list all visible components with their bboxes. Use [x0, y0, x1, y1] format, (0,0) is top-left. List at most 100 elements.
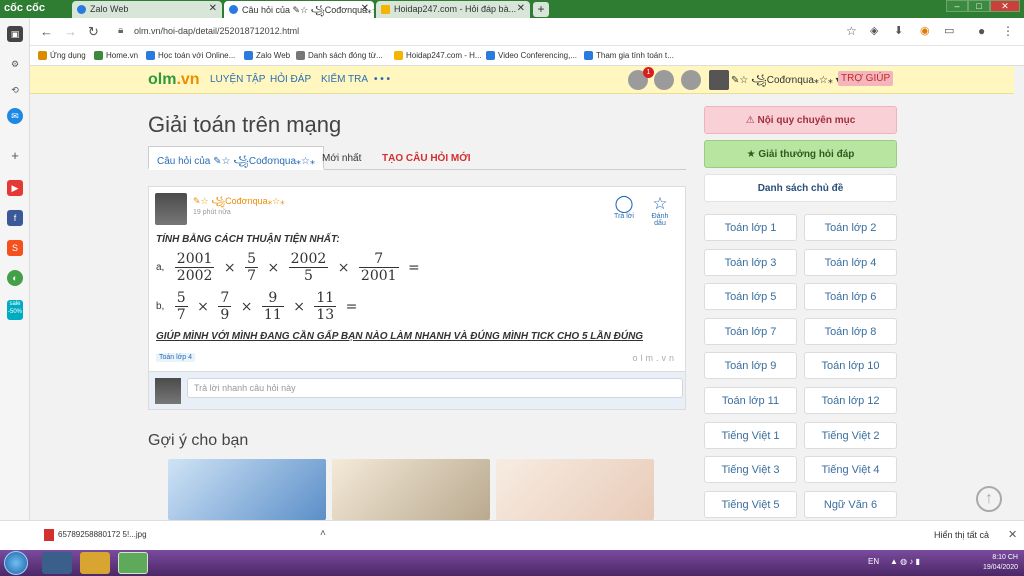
messenger-icon[interactable]: ✉	[7, 108, 23, 124]
address-bar[interactable]: 🔒︎ olm.vn/hoi-dap/detail/252018712012.ht…	[112, 22, 972, 42]
tray-language[interactable]: EN	[868, 557, 879, 566]
app-icon[interactable]	[42, 552, 72, 574]
bookmark-item[interactable]: Zalo Web	[244, 51, 290, 60]
scroll-top-icon[interactable]: ↑	[976, 486, 1002, 512]
download-item[interactable]: 65789258880172 5!...jpg	[44, 529, 147, 541]
show-all-button[interactable]: Hiển thị tất cả	[934, 530, 989, 540]
avatar[interactable]	[155, 193, 187, 225]
tab-my-questions[interactable]: Câu hỏi của ✎☆ ꧁Cođơnqua⁎☆⁎	[148, 146, 325, 170]
tab-hoidap247[interactable]: Hoidap247.com - Hỏi đáp bà... ✕	[376, 1, 530, 18]
menu-icon[interactable]: ⋮	[1002, 24, 1014, 38]
clock[interactable]: 8:10 CH 19/04/2020	[962, 553, 1018, 573]
tab-olm[interactable]: Câu hỏi của ✎☆ ꧁Cođơnqua⁎☆⁎ ✕	[224, 1, 374, 18]
close-icon[interactable]: ✕	[1008, 528, 1017, 541]
gear-icon[interactable]: ⚙	[7, 56, 23, 72]
grade-button[interactable]: Toán lớp 1	[704, 214, 797, 241]
question-tag[interactable]: Toán lớp 4	[156, 353, 196, 362]
tray-icons[interactable]: ▲ ◍ ♪ ▮	[890, 557, 920, 566]
grade-button[interactable]: Toán lớp 12	[804, 387, 897, 414]
back-icon[interactable]: ←	[40, 24, 53, 39]
chat-icon[interactable]	[654, 70, 674, 90]
user-menu[interactable]: ✎☆ ꧁Cođơnqua⁎☆⁎ ▾	[731, 73, 841, 93]
clock-date: 19/04/2020	[982, 564, 1018, 571]
menu-luyen-tap[interactable]: LUYỆN TẬP	[210, 74, 265, 85]
grade-button[interactable]: Toán lớp 3	[704, 248, 797, 276]
bookmark-apps[interactable]: Ứng dụng	[38, 51, 86, 60]
grade-button[interactable]: Tiếng Việt 2	[804, 421, 897, 449]
history-icon[interactable]: ⟲	[7, 82, 23, 98]
bookmark-item[interactable]: Học toán với Online...	[146, 51, 235, 60]
grade-button[interactable]: Tiếng Việt 3	[704, 456, 797, 484]
menu-more[interactable]: • • •	[374, 74, 390, 85]
topics-button[interactable]: Danh sách chủ đề	[704, 174, 897, 202]
tab-zalo[interactable]: Zalo Web ✕	[72, 1, 222, 18]
rules-button[interactable]: ⚠ Nội quy chuyên mục	[704, 106, 897, 134]
shield-icon[interactable]: ◈	[870, 24, 878, 37]
forward-icon[interactable]: →	[64, 24, 77, 39]
extension-icon[interactable]: ◉	[920, 24, 930, 37]
close-window-button[interactable]: ✕	[990, 0, 1020, 12]
folder-icon[interactable]	[80, 552, 110, 574]
download-icon[interactable]: ⬇	[894, 24, 903, 37]
grade-button[interactable]: Toán lớp 6	[804, 283, 897, 311]
grade-button[interactable]: Toán lớp 11	[704, 387, 797, 414]
bookmark-item[interactable]: Video Conferencing,...	[486, 51, 577, 60]
reload-icon[interactable]: ↻	[88, 24, 99, 40]
shopee-icon[interactable]: S	[7, 240, 23, 256]
bookmark-item[interactable]: Home.vn	[94, 51, 138, 60]
grade-button[interactable]: Toán lớp 2	[804, 214, 897, 241]
grade-button[interactable]: Toán lớp 4	[804, 248, 897, 276]
youtube-icon[interactable]: ▶	[7, 180, 23, 196]
award-button[interactable]: ★ Giải thưởng hỏi đáp	[704, 140, 897, 168]
suggestion-thumbnail[interactable]	[168, 459, 326, 520]
logo-main: olm	[148, 71, 177, 88]
fraction: 9 11	[261, 290, 284, 323]
grade-button[interactable]: Toán lớp 9	[704, 352, 797, 380]
profile-icon[interactable]: ●	[978, 24, 985, 38]
globe-icon[interactable]	[681, 70, 701, 90]
reply-input[interactable]: Trả lời nhanh câu hỏi này	[187, 378, 683, 398]
maximize-button[interactable]: □	[968, 0, 990, 12]
grade-button[interactable]: Toán lớp 5	[704, 283, 797, 311]
speech-bubble-icon: ◯	[614, 194, 634, 213]
menu-kiem-tra[interactable]: KIỂM TRA	[321, 74, 368, 85]
grade-button[interactable]: Toán lớp 7	[704, 317, 797, 345]
chevron-up-icon[interactable]: ˄	[320, 528, 326, 539]
bookmark-button[interactable]: ☆ Đánh dấu	[645, 195, 675, 228]
bookmark-label: Tham gia tính toán t...	[596, 51, 674, 60]
menu-hoi-dap[interactable]: HỎI ĐÁP	[270, 74, 311, 85]
new-tab-button[interactable]: +	[533, 2, 549, 17]
browser-sidebar: ▣ ⚙ ⟲ ✉ + ▶ f S ◐ sale -50%	[0, 18, 30, 520]
suggestion-thumbnail[interactable]	[332, 459, 490, 520]
grade-button[interactable]: Tiếng Việt 5	[704, 490, 797, 518]
sidebar-toggle-icon[interactable]: ▣	[7, 26, 23, 42]
extension-icon[interactable]: ▭	[944, 24, 954, 37]
star-icon[interactable]: ☆	[846, 24, 857, 38]
grade-button[interactable]: Tiếng Việt 1	[704, 421, 797, 449]
bookmark-item[interactable]: Tham gia tính toán t...	[584, 51, 674, 60]
add-icon[interactable]: +	[7, 148, 23, 164]
close-icon[interactable]: ✕	[361, 3, 369, 14]
bookmark-item[interactable]: Hoidap247.com - H...	[394, 51, 482, 60]
reply-button[interactable]: ◯ Trả lời	[609, 194, 639, 221]
grade-button[interactable]: Toán lớp 10	[804, 352, 897, 380]
game-icon[interactable]: ◐	[7, 270, 23, 286]
minimize-button[interactable]: –	[946, 0, 968, 12]
grade-button[interactable]: Tiếng Việt 4	[804, 456, 897, 484]
grade-button[interactable]: Toán lớp 8	[804, 317, 897, 345]
olm-logo[interactable]: olm.vn	[148, 71, 200, 89]
close-icon[interactable]: ✕	[517, 3, 525, 14]
help-button[interactable]: TRỢ GIÚP	[838, 71, 894, 86]
close-icon[interactable]: ✕	[209, 3, 217, 14]
start-button[interactable]	[4, 551, 28, 575]
sale-badge[interactable]: sale -50%	[7, 300, 23, 320]
grade-button[interactable]: Ngữ Văn 6	[804, 490, 897, 518]
suggestion-thumbnail[interactable]	[496, 459, 654, 520]
coccoc-icon[interactable]	[118, 552, 148, 574]
avatar[interactable]	[709, 70, 729, 90]
facebook-icon[interactable]: f	[7, 210, 23, 226]
bookmark-item[interactable]: Danh sách đóng từ...	[296, 51, 383, 60]
tab-new-question[interactable]: TẠO CÂU HỎI MỚI	[374, 146, 479, 170]
tab-newest[interactable]: Mới nhất	[314, 146, 369, 170]
page-title: Giải toán trên mạng	[148, 112, 342, 137]
